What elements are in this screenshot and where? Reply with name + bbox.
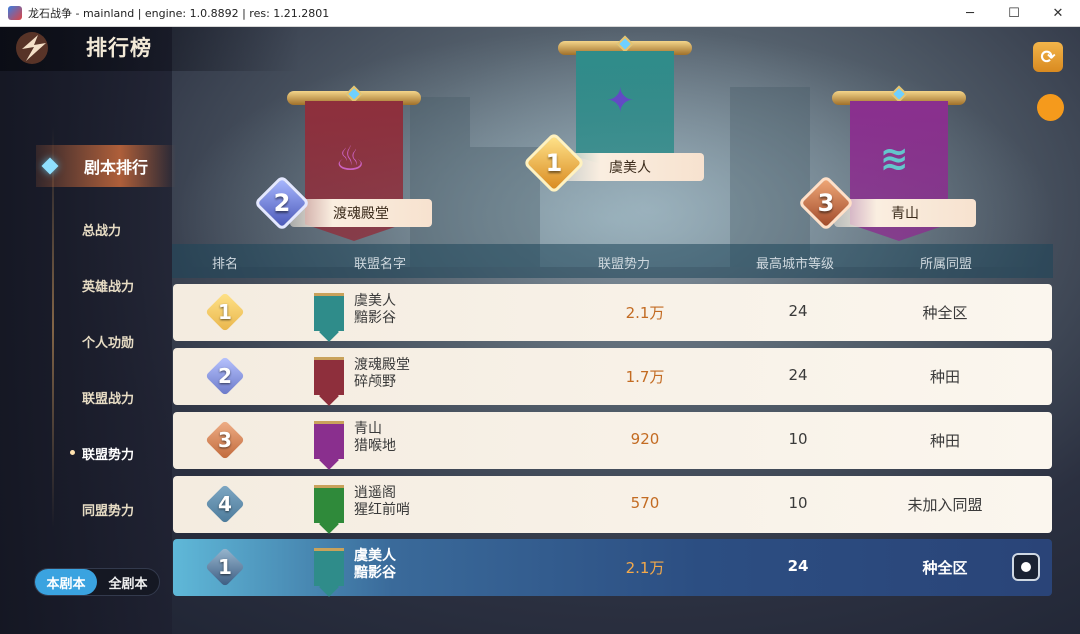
alliance-power: 1.7万 [625, 368, 665, 386]
alliance-name: 青山 [354, 421, 382, 437]
subtab-hero-power[interactable]: 英雄战力 [82, 276, 134, 295]
window-titlebar: 龙石战争 - mainland | engine: 1.0.8892 | res… [0, 0, 1080, 27]
scope-toggle[interactable]: 本剧本 全剧本 [34, 568, 160, 596]
alliance-flag-icon [314, 293, 344, 331]
rank-number: 2 [218, 364, 232, 388]
subtab-alliance-power[interactable]: 联盟战力 [82, 388, 134, 407]
toggle-all-scripts[interactable]: 全剧本 [97, 573, 159, 592]
alliance-power: 2.1万 [625, 559, 665, 577]
table-row[interactable]: 3 青山 猎喉地 920 10 种田 [173, 412, 1052, 469]
app-icon [8, 6, 22, 20]
rank-number: 3 [218, 428, 232, 452]
max-city-level: 24 [787, 557, 809, 575]
alliance-region: 碎颅野 [354, 374, 396, 390]
medal-number: 1 [545, 149, 563, 177]
header-alliance-influence: 联盟势力 [598, 257, 651, 272]
alliance-region: 猎喉地 [354, 438, 396, 454]
back-logo-icon [16, 32, 48, 64]
rank-badge-icon: 1 [205, 547, 245, 587]
alliance-name-cell: 虞美人 黯影谷 [354, 548, 396, 582]
max-city-level: 24 [788, 302, 808, 320]
window-controls: ─ ☐ ✕ [948, 0, 1080, 27]
rank-number: 4 [218, 492, 232, 516]
alliance-flag-icon [314, 357, 344, 395]
league-name: 种田 [929, 368, 960, 386]
header-max-city-level: 最高城市等级 [756, 257, 835, 272]
table-row[interactable]: 4 逍遥阁 猩红前哨 570 10 未加入同盟 [173, 476, 1052, 533]
tab-divider-line [52, 127, 54, 527]
alliance-power: 2.1万 [625, 304, 665, 322]
page-title: 排行榜 [86, 36, 152, 60]
header-league: 所属同盟 [920, 257, 973, 272]
close-button[interactable]: ✕ [1036, 0, 1080, 27]
table-header: 排名 联盟名字 联盟势力 最高城市等级 所属同盟 [172, 244, 1053, 278]
alliance-power: 570 [630, 494, 660, 512]
alliance-name: 虞美人 [354, 293, 396, 309]
rank-badge-icon: 1 [205, 292, 245, 332]
window-title: 龙石战争 - mainland | engine: 1.0.8892 | res… [28, 7, 330, 20]
subtab-personal-merit[interactable]: 个人功勋 [82, 332, 134, 351]
minimize-button[interactable]: ─ [948, 0, 992, 27]
locate-button[interactable] [1012, 553, 1040, 581]
rank-number: 1 [218, 300, 232, 324]
alliance-name-cell: 逍遥阁 猩红前哨 [354, 485, 410, 519]
table-row[interactable]: 1 虞美人 黯影谷 2.1万 24 种全区 [173, 284, 1052, 341]
alliance-region: 黯影谷 [354, 310, 396, 326]
refresh-icon: ⟳ [1040, 46, 1056, 68]
tab-label: 剧本排行 [84, 158, 149, 177]
alliance-name-cell: 虞美人 黯影谷 [354, 293, 396, 327]
rank-badge-icon: 4 [205, 484, 245, 524]
header-alliance-name: 联盟名字 [354, 257, 407, 272]
medal-number: 2 [273, 189, 291, 217]
medal-number: 3 [817, 189, 835, 217]
rank-badge-icon: 3 [205, 420, 245, 460]
game-viewport: 剧本排行 总战力 英雄战力 个人功勋 联盟战力 联盟势力 同盟势力 本剧本 全剧… [0, 27, 1080, 634]
alliance-flag-icon [314, 485, 344, 523]
diamond-icon [41, 157, 59, 175]
subtab-league-influence[interactable]: 同盟势力 [82, 500, 134, 519]
notification-dot[interactable] [1037, 94, 1064, 121]
league-name: 种田 [929, 432, 960, 450]
rank-number: 1 [218, 555, 232, 579]
alliance-name: 虞美人 [354, 548, 396, 564]
toggle-current-script[interactable]: 本剧本 [35, 569, 97, 595]
league-name: 种全区 [922, 304, 968, 322]
alliance-name-cell: 青山 猎喉地 [354, 421, 396, 455]
alliance-emblem-icon: ♨ [335, 139, 366, 179]
subtab-alliance-influence[interactable]: 联盟势力 [82, 444, 134, 463]
alliance-name-cell: 渡魂殿堂 碎颅野 [354, 357, 410, 391]
rank-3-medal-icon: 3 [796, 173, 856, 233]
active-dot-icon [70, 450, 75, 455]
rank-2-medal-icon: 2 [252, 173, 312, 233]
league-name: 种全区 [922, 559, 968, 577]
header-rank: 排名 [212, 257, 239, 272]
refresh-button[interactable]: ⟳ [1033, 42, 1063, 72]
max-city-level: 24 [788, 366, 808, 384]
rank-badge-icon: 2 [205, 356, 245, 396]
back-button[interactable] [10, 29, 60, 67]
tab-script-ranking[interactable]: 剧本排行 [36, 145, 176, 187]
alliance-name: 渡魂殿堂 [354, 357, 410, 373]
max-city-level: 10 [788, 430, 808, 448]
table-row[interactable]: 2 渡魂殿堂 碎颅野 1.7万 24 种田 [173, 348, 1052, 405]
max-city-level: 10 [788, 494, 808, 512]
alliance-region: 黯影谷 [354, 565, 396, 581]
league-name: 未加入同盟 [907, 496, 983, 514]
alliance-flag-icon [314, 548, 344, 586]
subtab-total-power[interactable]: 总战力 [82, 220, 121, 239]
alliance-region: 猩红前哨 [354, 502, 410, 518]
sidebar: 剧本排行 总战力 英雄战力 个人功勋 联盟战力 联盟势力 同盟势力 本剧本 全剧… [0, 27, 176, 634]
my-alliance-row[interactable]: 1 虞美人 黯影谷 2.1万 24 种全区 [173, 539, 1052, 596]
alliance-name: 逍遥阁 [354, 485, 396, 501]
rank-1-medal-icon: 1 [522, 131, 586, 195]
alliance-power: 920 [630, 430, 660, 448]
alliance-emblem-icon: ✦ [606, 81, 635, 121]
alliance-flag-icon [314, 421, 344, 459]
alliance-emblem-icon: ≋ [880, 139, 909, 179]
maximize-button[interactable]: ☐ [992, 0, 1036, 27]
